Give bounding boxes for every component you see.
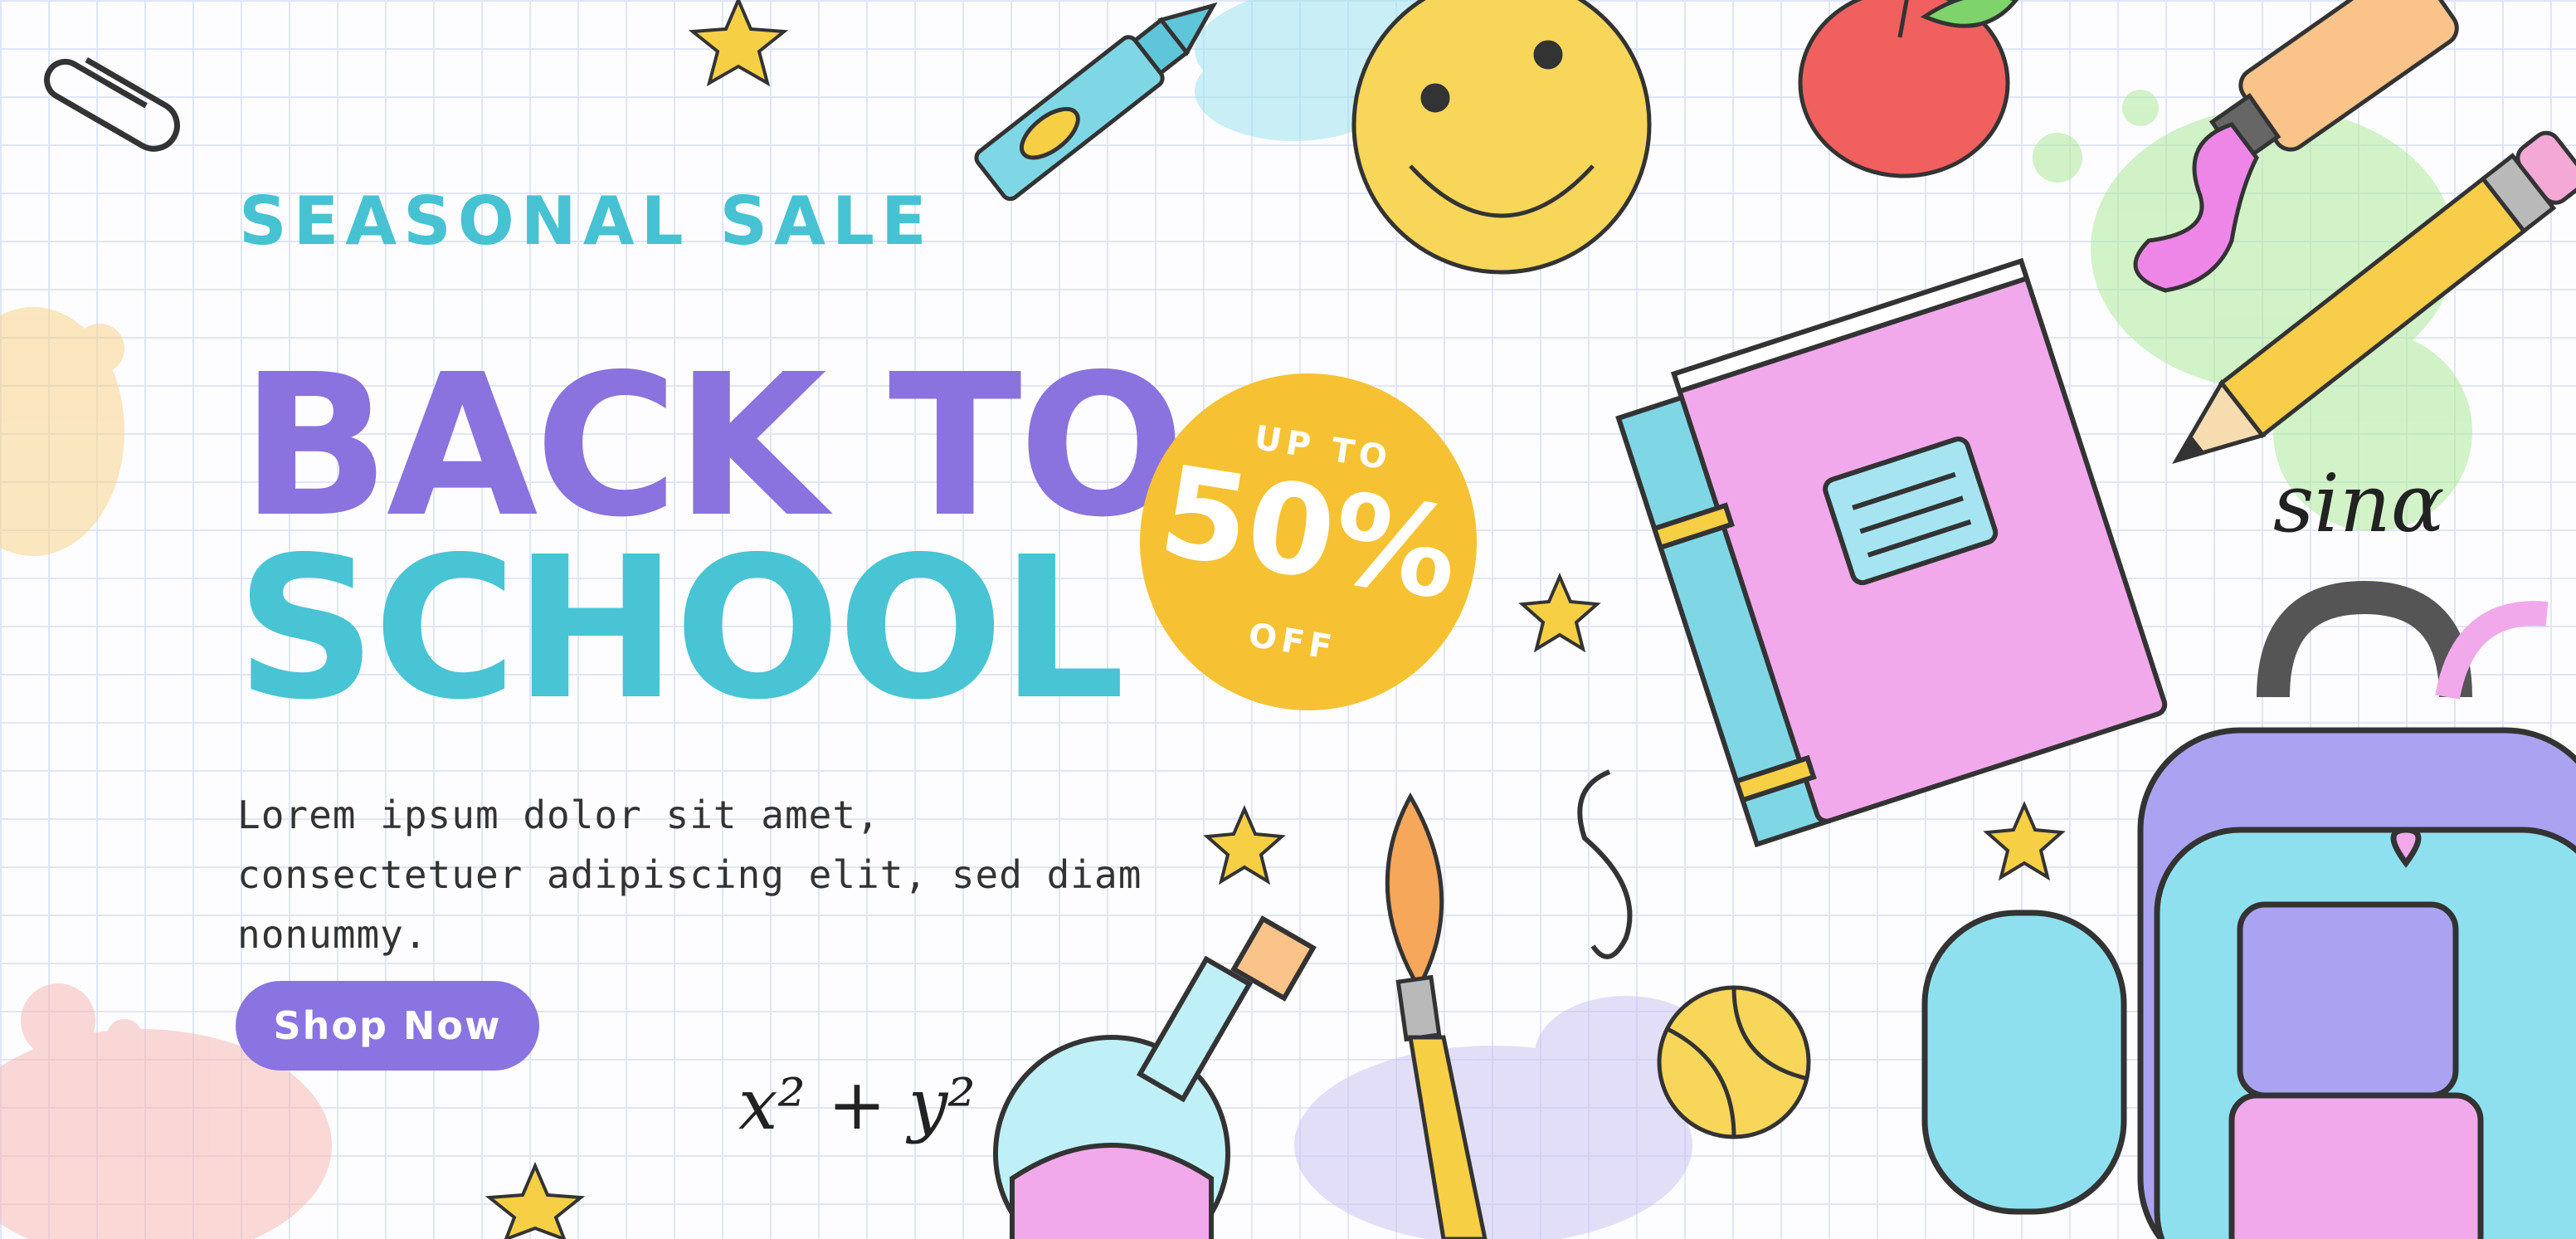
description-text: Lorem ipsum dolor sit amet, consectetuer… xyxy=(237,793,1142,957)
smiley-icon xyxy=(1351,0,1652,275)
squiggle-doodle xyxy=(1577,769,1633,959)
headline-line-2: SCHOOL xyxy=(236,515,1125,743)
seasonal-sale-label: SEASONAL SALE xyxy=(239,183,933,260)
paperclip-icon xyxy=(44,56,180,152)
sin-doodle: sinα xyxy=(2273,457,2445,550)
tennis-ball-icon xyxy=(1657,985,1811,1139)
paint-splash-orange xyxy=(0,307,124,556)
star-icon xyxy=(688,0,789,87)
formula-doodle: x² + y² xyxy=(738,1064,976,1145)
flask-icon xyxy=(993,915,1317,1239)
apple-icon xyxy=(1798,0,2019,178)
book-icon xyxy=(1615,257,2168,848)
star-icon xyxy=(1518,572,1601,653)
paint-splash-violet xyxy=(1294,996,1717,1239)
star-icon xyxy=(1983,800,2066,881)
star-icon xyxy=(485,1161,586,1239)
star-icon xyxy=(1203,804,1286,885)
shop-now-button[interactable]: Shop Now xyxy=(236,981,539,1071)
crayon-icon xyxy=(974,2,1218,202)
